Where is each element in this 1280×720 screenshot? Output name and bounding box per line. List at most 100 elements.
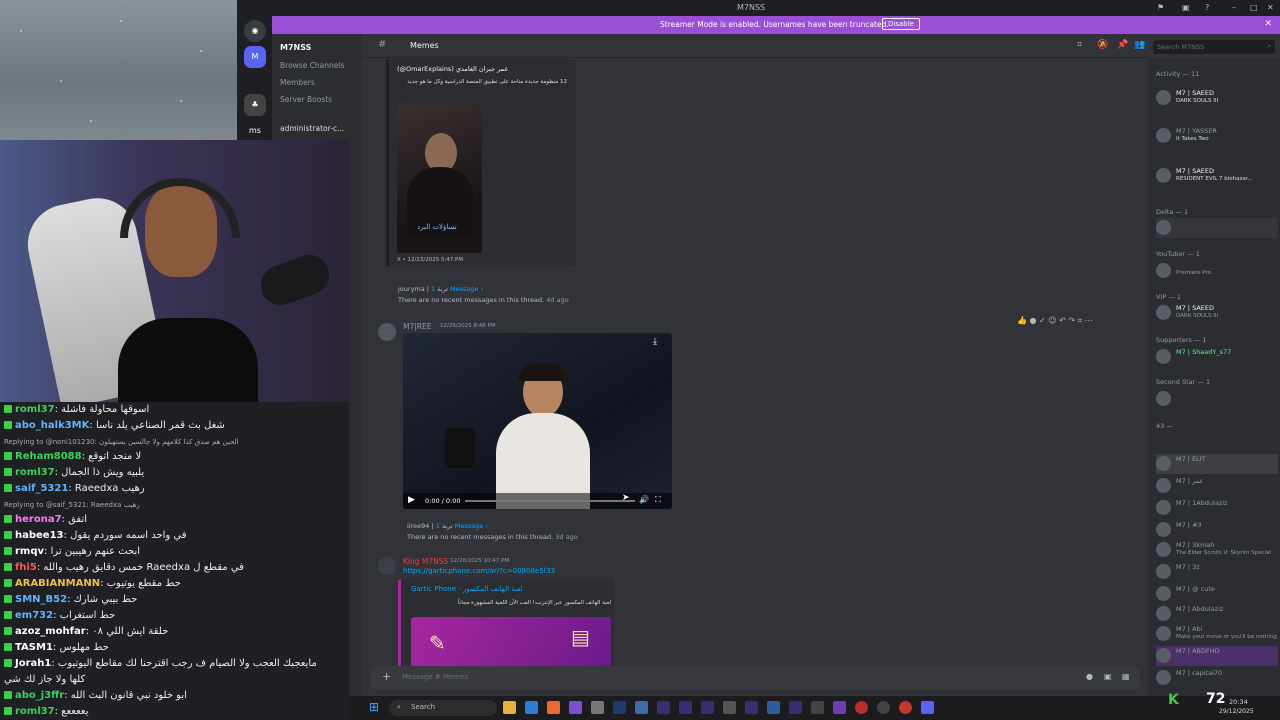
- message-link[interactable]: https://garticphone.com/ar/?c=00808e5f33: [403, 567, 555, 575]
- app-icon[interactable]: [899, 701, 912, 714]
- maximize-icon[interactable]: □: [1250, 3, 1258, 12]
- chat-username[interactable]: Reham8088: [15, 451, 82, 462]
- gif-icon[interactable]: ●: [1086, 672, 1093, 681]
- member-list-icon[interactable]: 👥: [1134, 40, 1145, 50]
- chat-username[interactable]: saif_5321: [15, 483, 68, 494]
- chat-username[interactable]: ARABIANMANN: [15, 578, 100, 589]
- discord-icon[interactable]: [921, 701, 934, 714]
- brave-icon[interactable]: [547, 701, 560, 714]
- member-item[interactable]: Premiere Pro: [1156, 261, 1278, 281]
- embed-title[interactable]: Gartic Phone - لعبة الهاتف المكسور: [411, 585, 523, 593]
- chat-username[interactable]: herona7: [15, 514, 62, 525]
- chat-username[interactable]: azoz_mohfar: [15, 626, 86, 637]
- server-icon[interactable]: ♣: [244, 94, 266, 116]
- vscode-icon[interactable]: [525, 701, 538, 714]
- play-icon[interactable]: ▶: [408, 495, 415, 505]
- app-icon[interactable]: [635, 701, 648, 714]
- minimize-icon[interactable]: –: [1232, 3, 1236, 12]
- clock-date[interactable]: 29/12/2025: [1219, 708, 1254, 715]
- chat-username[interactable]: roml37: [15, 404, 55, 415]
- app-icon[interactable]: [767, 701, 780, 714]
- chat-username[interactable]: Jorah1: [15, 658, 51, 669]
- monitor-icon[interactable]: ▣: [1182, 3, 1190, 12]
- chat-username[interactable]: SMN_B52: [15, 594, 67, 605]
- server-icon[interactable]: ms: [244, 120, 266, 142]
- members-link[interactable]: Members: [280, 78, 315, 87]
- search-input[interactable]: Search M7NSS ⌕: [1153, 40, 1275, 54]
- thread-preview[interactable]: iiree94 | تربة 1 Message ›: [407, 522, 488, 530]
- fullscreen-icon[interactable]: ⛶: [655, 495, 661, 505]
- sticker-icon[interactable]: ▣: [1104, 672, 1112, 681]
- pin-icon[interactable]: 📌: [1117, 40, 1128, 50]
- home-server-icon[interactable]: ◉: [244, 20, 266, 42]
- add-attachment-icon[interactable]: +: [382, 670, 391, 683]
- chat-username[interactable]: roml37: [15, 467, 55, 478]
- apps-icon[interactable]: ▦: [1122, 672, 1130, 681]
- message-composer[interactable]: + Message # Memes ● ▣ ▦: [370, 666, 1140, 690]
- member-item[interactable]: M7 | capital70: [1156, 668, 1278, 688]
- windows-start-icon[interactable]: ⊞: [369, 700, 379, 714]
- member-item[interactable]: M7 | ELIT: [1156, 454, 1278, 474]
- app-icon[interactable]: [811, 701, 824, 714]
- chat-username[interactable]: em732: [15, 610, 53, 621]
- volume-icon[interactable]: 🔊: [639, 495, 649, 504]
- embed-image[interactable]: تساؤلات البرد: [397, 103, 482, 253]
- avatar[interactable]: [378, 557, 396, 575]
- after-effects-icon[interactable]: [679, 701, 692, 714]
- member-item[interactable]: M7 | 3z: [1156, 562, 1278, 582]
- message-author[interactable]: King M7NSS: [403, 557, 448, 566]
- member-item[interactable]: M7 | SAEED DARK SOULS III: [1156, 88, 1278, 108]
- member-item[interactable]: M7 | عمر: [1156, 476, 1278, 496]
- file-explorer-icon[interactable]: [503, 701, 516, 714]
- channel-item-admin[interactable]: administrator-c...: [280, 124, 344, 133]
- thread-preview[interactable]: jouryma | تربة 1 Message ›: [398, 285, 483, 293]
- member-item[interactable]: M7 | SAEED DARK SOULS III: [1156, 303, 1278, 323]
- premiere-icon[interactable]: [789, 701, 802, 714]
- member-item[interactable]: M7 | #3: [1156, 520, 1278, 540]
- inbox-icon[interactable]: ⚑: [1157, 3, 1164, 12]
- chat-username[interactable]: abo_j3ffr: [15, 690, 64, 701]
- threads-icon[interactable]: ⌗: [1077, 40, 1082, 50]
- chat-username[interactable]: fhi5: [15, 562, 37, 573]
- app-icon[interactable]: [877, 701, 890, 714]
- media-encoder-icon[interactable]: [701, 701, 714, 714]
- member-item[interactable]: M7 | 3kmah The Elder Scrolls V: Skyrim Sp…: [1156, 540, 1278, 560]
- notification-icon[interactable]: 🔕: [1097, 40, 1108, 50]
- after-effects-icon[interactable]: [657, 701, 670, 714]
- member-item[interactable]: M7 | SAEED RESIDENT EVIL 7 biohazar...: [1156, 166, 1278, 186]
- server-boosts-link[interactable]: Server Boosts: [280, 95, 332, 104]
- member-item[interactable]: M7 | ShaadY_s77: [1156, 347, 1278, 367]
- chat-username[interactable]: roml37: [15, 706, 55, 717]
- member-item[interactable]: M7 | YASSER It Takes Two: [1156, 126, 1278, 146]
- server-name[interactable]: M7NSS: [280, 43, 311, 52]
- obs-icon[interactable]: [855, 701, 868, 714]
- disable-streamer-button[interactable]: Disable: [882, 18, 920, 30]
- seek-bar[interactable]: [465, 500, 635, 502]
- browse-channels[interactable]: Browse Channels: [280, 61, 344, 70]
- chat-username[interactable]: TASM1: [15, 642, 53, 653]
- clock-time[interactable]: 20:34: [1229, 698, 1248, 706]
- server-icon[interactable]: M: [244, 46, 266, 68]
- chat-username[interactable]: abo_halk3MK: [15, 420, 89, 431]
- member-item[interactable]: M7 | Abdulaziz: [1156, 604, 1278, 624]
- taskbar-search[interactable]: ⌕ Search: [389, 700, 497, 716]
- message-author[interactable]: M7|REE: [403, 322, 431, 331]
- member-item[interactable]: M7 | 1Abdulaziz: [1156, 498, 1278, 518]
- help-icon[interactable]: ?: [1205, 3, 1209, 12]
- gartic-image[interactable]: ✎ ▤: [411, 617, 611, 669]
- app-icon[interactable]: [745, 701, 758, 714]
- message-input[interactable]: Message # Memes: [402, 673, 468, 681]
- close-icon[interactable]: ✕: [1267, 3, 1274, 12]
- member-item[interactable]: [1156, 389, 1278, 409]
- avatar[interactable]: [378, 323, 396, 341]
- close-banner-icon[interactable]: ✕: [1264, 19, 1272, 29]
- member-item[interactable]: M7 | ABDFHD: [1156, 646, 1278, 666]
- video-player[interactable]: ⤓ ▶ 0:00 / 0:00 🔊 ⛶: [403, 333, 672, 509]
- photoshop-icon[interactable]: [613, 701, 626, 714]
- member-item[interactable]: M7 | @ cute: [1156, 584, 1278, 604]
- chat-username[interactable]: habee13: [15, 530, 64, 541]
- visual-studio-icon[interactable]: [569, 701, 582, 714]
- app-icon[interactable]: [723, 701, 736, 714]
- embed-author[interactable]: (@OmarExplains) عمر جبران الغامدي: [397, 65, 508, 73]
- app-icon[interactable]: [833, 701, 846, 714]
